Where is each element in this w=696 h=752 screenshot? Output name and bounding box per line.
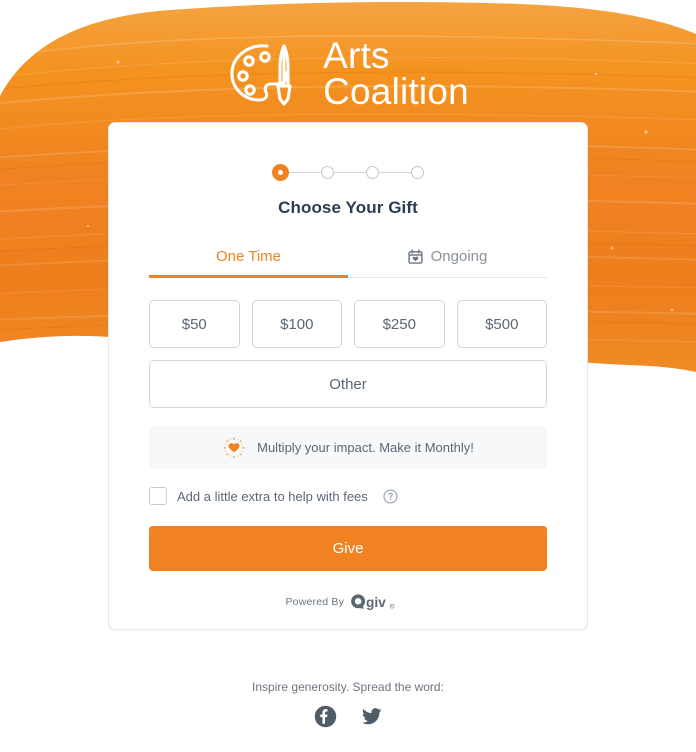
tab-ongoing[interactable]: Ongoing: [348, 238, 547, 277]
calendar-heart-icon: [408, 249, 423, 264]
amount-button-500[interactable]: $500: [456, 300, 547, 348]
footer: Inspire generosity. Spread the word:: [0, 680, 696, 728]
page-title: Choose Your Gift: [278, 198, 418, 217]
step-connector-3: [379, 171, 411, 174]
question-circle-icon[interactable]: [383, 488, 398, 504]
step-dot-4[interactable]: [411, 166, 424, 179]
twitter-icon[interactable]: [360, 705, 383, 728]
footer-share-text: Inspire generosity. Spread the word:: [252, 680, 444, 694]
tab-ongoing-label: Ongoing: [430, 248, 488, 265]
amount-button-250[interactable]: $250: [354, 300, 445, 348]
step-connector-1: [289, 171, 321, 174]
step-dot-2[interactable]: [321, 166, 334, 179]
tab-one-time-label: One Time: [215, 248, 282, 265]
powered-by-text: Powered By: [285, 595, 345, 608]
tab-one-time[interactable]: One Time: [149, 238, 348, 278]
donation-form-card: Choose Your Gift One Time Ongoing $50 $1…: [108, 122, 588, 630]
powered-by: Powered By giv R: [149, 593, 547, 610]
cover-fees-label: Add a little extra to help with fees: [177, 488, 368, 504]
gift-frequency-tabs: One Time Ongoing: [149, 238, 547, 278]
cover-fees-row: Add a little extra to help with fees: [149, 487, 547, 505]
step-indicator: [149, 164, 547, 181]
social-links: [0, 705, 696, 728]
amount-button-50[interactable]: $50: [149, 300, 240, 348]
step-dot-1[interactable]: [272, 164, 289, 181]
cover-fees-checkbox[interactable]: [149, 487, 167, 505]
sparkle-heart-icon: [223, 436, 245, 458]
amount-button-100[interactable]: $100: [251, 300, 342, 348]
monthly-upsell-banner[interactable]: Multiply your impact. Make it Monthly!: [149, 426, 547, 469]
amount-button-other[interactable]: Other: [149, 360, 547, 408]
step-connector-2: [334, 171, 366, 174]
brand-name-line2: Coalition: [323, 71, 469, 112]
brand-logo: Arts Coalition: [0, 28, 696, 120]
give-button[interactable]: Give: [149, 526, 547, 571]
brand-name-line1: Arts: [323, 34, 390, 76]
brand-name: Arts Coalition: [323, 34, 469, 112]
facebook-icon[interactable]: [314, 705, 337, 728]
step-dot-3[interactable]: [366, 166, 379, 179]
gift-amount-options: $50 $100 $250 $500: [149, 300, 547, 348]
qgiv-logo-icon[interactable]: giv R: [350, 593, 410, 610]
palette-paintbrush-icon: [230, 44, 292, 106]
monthly-upsell-text: Multiply your impact. Make it Monthly!: [257, 440, 474, 455]
svg-text:giv: giv: [366, 595, 386, 610]
